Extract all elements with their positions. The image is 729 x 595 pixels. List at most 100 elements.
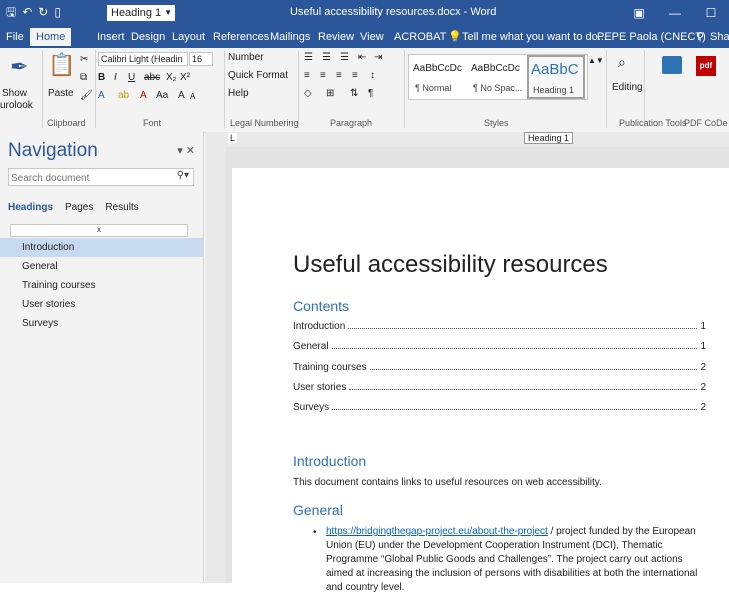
tab-file[interactable]: File	[6, 30, 24, 44]
style-normal[interactable]: AaBbCcDc ¶ Normal	[411, 55, 469, 99]
paste-icon[interactable]: 📋	[48, 52, 75, 78]
superscript-icon[interactable]: X²	[180, 72, 190, 83]
toc-leader	[332, 409, 698, 410]
help-button[interactable]: Help	[228, 88, 249, 99]
tab-review[interactable]: Review	[318, 30, 354, 44]
tab-headings[interactable]: Headings	[8, 202, 53, 213]
introduction-heading[interactable]: Introduction	[293, 453, 366, 469]
borders-icon[interactable]: ⊞	[326, 88, 334, 99]
number-button[interactable]: Number	[228, 52, 264, 63]
new-document-icon[interactable]: ▯	[54, 4, 61, 20]
tab-results[interactable]: Results	[105, 202, 138, 213]
tab-mailings[interactable]: Mailings	[270, 30, 310, 44]
minimize-icon[interactable]: —	[657, 0, 693, 26]
search-input[interactable]	[9, 169, 163, 187]
font-size-box[interactable]: 16	[189, 52, 213, 66]
copy-icon[interactable]: ⧉	[80, 72, 87, 83]
tell-me-box[interactable]: Tell me what you want to do...	[462, 30, 607, 44]
justify-icon[interactable]: ≡	[352, 70, 358, 81]
find-icon[interactable]: ⌕	[618, 54, 626, 71]
search-box[interactable]: ⚲▾	[8, 168, 194, 187]
highlight-icon[interactable]: ab	[118, 90, 129, 101]
underline-icon[interactable]: U	[128, 72, 135, 83]
font-name-box[interactable]: Calibri Light (Headin	[98, 52, 188, 66]
tab-layout[interactable]: Layout	[172, 30, 205, 44]
toc-entry[interactable]: Introduction 1	[293, 321, 706, 332]
text-effects-icon[interactable]: A	[98, 90, 105, 101]
editing-button[interactable]: Editing	[612, 82, 643, 93]
tab-view[interactable]: View	[360, 30, 384, 44]
ribbon-display-icon[interactable]: ▣	[621, 0, 657, 26]
tab-home[interactable]: Home	[30, 28, 72, 46]
line-spacing-icon[interactable]: ↕	[370, 70, 375, 81]
save-icon[interactable]: 🖫	[6, 4, 16, 20]
general-heading[interactable]: General	[293, 502, 343, 518]
heading-filter-box[interactable]: x	[10, 224, 188, 237]
numbering-icon[interactable]: ☰	[322, 52, 331, 63]
toc-entry[interactable]: General 1	[293, 341, 706, 352]
quick-format-button[interactable]: Quick Format	[228, 70, 288, 81]
shading-icon[interactable]: ◇	[304, 88, 312, 99]
style-heading-1[interactable]: AaBbC Heading 1	[527, 55, 585, 99]
publication-tools-icon[interactable]	[662, 56, 682, 74]
change-case-icon[interactable]: Aa	[156, 90, 168, 101]
increase-indent-icon[interactable]: ⇥	[374, 52, 382, 63]
undo-icon[interactable]: ↶	[22, 4, 32, 20]
maximize-icon[interactable]: ☐	[693, 0, 729, 26]
align-right-icon[interactable]: ≡	[336, 70, 342, 81]
heading-item[interactable]: General	[0, 257, 203, 276]
bullet-paragraph[interactable]: https://bridgingthegap-project.eu/about-…	[326, 525, 706, 595]
heading-item[interactable]: Training courses	[0, 276, 203, 295]
share-button[interactable]: Sha	[710, 30, 729, 44]
grow-font-icon[interactable]: A	[178, 90, 185, 101]
toc-entry[interactable]: Surveys 2	[293, 402, 706, 413]
toc-leader	[349, 389, 698, 390]
toc-entry[interactable]: Training courses 2	[293, 362, 706, 373]
style-no-spacing[interactable]: AaBbCcDc ¶ No Spac...	[469, 55, 527, 99]
subscript-icon[interactable]: X₂	[166, 72, 177, 83]
pane-options-icon[interactable]: ▾	[177, 145, 183, 157]
tab-design[interactable]: Design	[131, 30, 165, 44]
paste-button[interactable]: Paste	[48, 88, 74, 99]
format-painter-icon[interactable]: 🖌	[80, 90, 93, 101]
user-name[interactable]: PEPE Paola (CNECT)	[597, 30, 706, 44]
heading-item[interactable]: User stories	[0, 295, 203, 314]
pdf-icon[interactable]: pdf	[696, 56, 716, 76]
ruler-tooltip: Heading 1	[524, 132, 574, 144]
heading-item[interactable]: Introduction	[0, 238, 203, 257]
toc-entry[interactable]: User stories 2	[293, 382, 706, 393]
show-label[interactable]: Show	[2, 88, 27, 99]
bold-icon[interactable]: B	[98, 72, 105, 83]
document-page[interactable]	[232, 168, 729, 583]
contents-heading[interactable]: Contents	[293, 298, 349, 314]
bullets-icon[interactable]: ☰	[304, 52, 313, 63]
tab-acrobat[interactable]: ACROBAT	[394, 30, 446, 44]
multilevel-list-icon[interactable]: ☰	[340, 52, 349, 63]
share-icon[interactable]: ⚲	[696, 30, 704, 44]
tab-insert[interactable]: Insert	[97, 30, 125, 44]
align-left-icon[interactable]: ≡	[304, 70, 310, 81]
tab-references[interactable]: References	[213, 30, 269, 44]
introduction-paragraph[interactable]: This document contains links to useful r…	[293, 477, 602, 488]
italic-icon[interactable]: I	[114, 72, 117, 83]
strikethrough-icon[interactable]: abc	[144, 72, 160, 83]
heading-item[interactable]: Surveys	[0, 314, 203, 333]
close-icon[interactable]: ✕	[186, 145, 195, 157]
cut-icon[interactable]: ✂	[80, 54, 88, 65]
style-dropdown[interactable]: Heading 1 ▼	[107, 5, 175, 21]
feather-icon[interactable]: ✒	[10, 54, 28, 80]
document-title-heading[interactable]: Useful accessibility resources	[293, 251, 608, 279]
decrease-indent-icon[interactable]: ⇤	[358, 52, 366, 63]
show-marks-icon[interactable]: ¶	[368, 88, 373, 99]
gallery-scroll-icon[interactable]: ▲▼	[588, 56, 604, 65]
tab-selector[interactable]: L	[228, 133, 238, 143]
search-icon[interactable]: ⚲▾	[177, 170, 189, 181]
font-color-icon[interactable]: A	[140, 90, 147, 101]
shrink-font-icon[interactable]: A	[190, 92, 195, 101]
urolook-label[interactable]: urolook	[0, 100, 33, 111]
sort-icon[interactable]: ⇅	[350, 88, 358, 99]
redo-icon[interactable]: ↻	[38, 4, 48, 20]
align-center-icon[interactable]: ≡	[320, 70, 326, 81]
bullet-link[interactable]: https://bridgingthegap-project.eu/about-…	[326, 526, 548, 537]
tab-pages[interactable]: Pages	[65, 202, 93, 213]
